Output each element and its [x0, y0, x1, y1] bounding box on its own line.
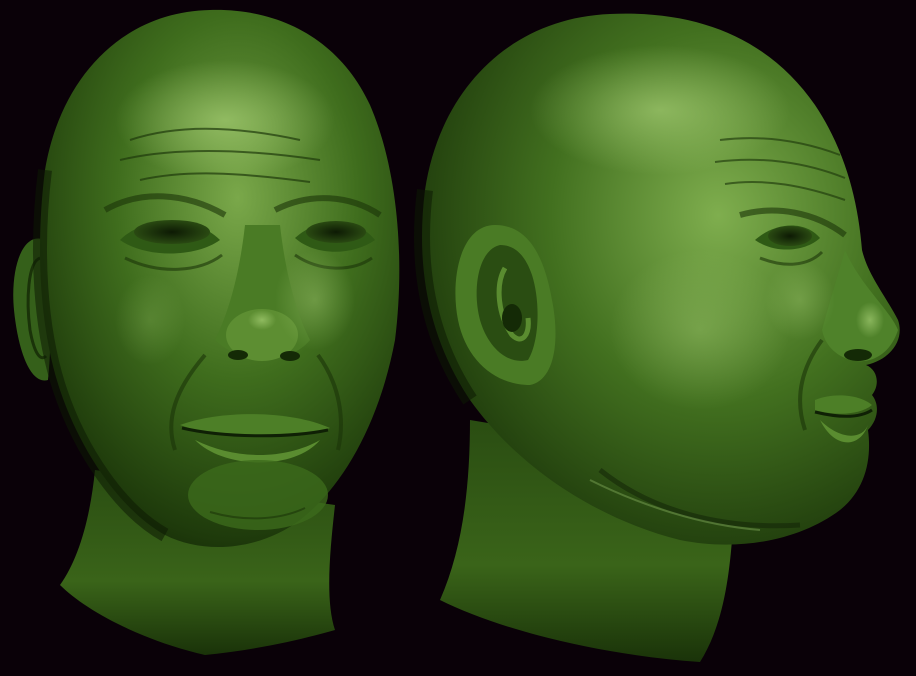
sculpt-render-canvas — [13, 9, 900, 662]
render-viewport — [0, 0, 916, 676]
profile-head — [414, 13, 900, 662]
front-head — [13, 9, 400, 655]
